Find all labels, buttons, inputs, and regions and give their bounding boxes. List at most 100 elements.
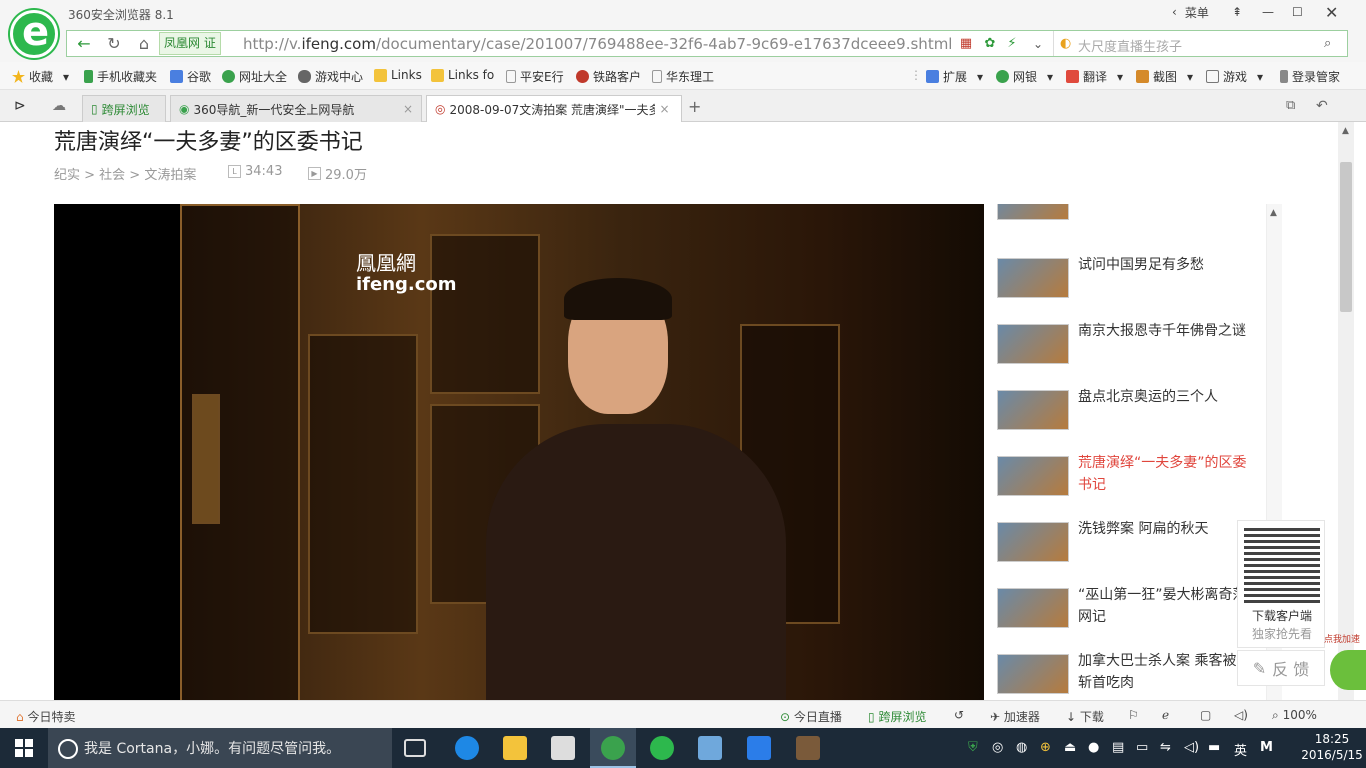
bookmark-links-fo[interactable]: Links fo bbox=[431, 68, 494, 82]
wechat-tray-icon[interactable]: ◎ bbox=[992, 740, 1003, 755]
bookmark-pingan[interactable]: 平安E行 bbox=[506, 68, 564, 85]
shelf-panel bbox=[192, 394, 220, 524]
cortana-search[interactable]: 我是 Cortana，小娜。有问题尽管问我。 bbox=[48, 728, 392, 768]
search-box[interactable]: ◐ 大尺度直播生孩子 ⌕ bbox=[1053, 31, 1347, 56]
back-button[interactable]: ← bbox=[69, 31, 99, 56]
ie-mode-icon[interactable]: ℯ bbox=[1162, 708, 1169, 722]
task-view-icon[interactable] bbox=[404, 739, 426, 757]
speedup-badge[interactable]: 点我加速 bbox=[1320, 630, 1366, 700]
360-browser-icon[interactable] bbox=[601, 736, 625, 760]
feedback-button[interactable]: ✎ 反 馈 bbox=[1237, 650, 1325, 686]
bookmark-favorites[interactable]: 收藏 ▾ bbox=[12, 68, 69, 85]
bookmarks-bar: 收藏 ▾ 手机收藏夹 谷歌 网址大全 游戏中心 Links Links fo 平安… bbox=[0, 62, 1366, 90]
page-content: 荒唐演绎“一夫多妻”的区委书记 纪实 > 社会 > 文涛拍案 L 34:43 ▶ 2… bbox=[0, 122, 1338, 700]
list-item[interactable]: 南京大报恩寺千年佛骨之谜 bbox=[996, 323, 1266, 384]
games-button[interactable]: 游戏 ▾ bbox=[1206, 68, 1263, 85]
video-player[interactable]: 鳳凰網 ifeng.com bbox=[54, 204, 984, 700]
close-icon[interactable]: × bbox=[659, 102, 669, 116]
tray-plus-icon[interactable]: ⊕ bbox=[1040, 740, 1051, 755]
home-button[interactable]: ⌂ bbox=[129, 31, 159, 56]
list-item[interactable]: 试问中国男足有多愁 bbox=[996, 257, 1266, 318]
bookmark-games[interactable]: 游戏中心 bbox=[298, 68, 363, 85]
scroll-up-icon[interactable]: ▲ bbox=[1270, 208, 1277, 218]
download-button[interactable]: ↓ 下载 bbox=[1066, 708, 1104, 725]
tab-cross-screen[interactable]: ▯ 跨屏浏览 bbox=[82, 95, 166, 122]
clock[interactable]: 18:25 2016/5/15 bbox=[1300, 731, 1364, 763]
bookmark-nav[interactable]: 网址大全 bbox=[222, 68, 287, 85]
close-icon[interactable]: × bbox=[403, 102, 413, 116]
phone-icon bbox=[84, 70, 93, 83]
ime-indicator[interactable]: 英 bbox=[1234, 740, 1247, 759]
screenshot-button[interactable]: 截图 ▾ bbox=[1136, 68, 1193, 85]
bookshelf bbox=[308, 334, 418, 634]
list-item-active[interactable]: 荒唐演绎“一夫多妻”的区委书记 bbox=[996, 455, 1266, 516]
notebook-icon[interactable] bbox=[698, 736, 722, 760]
start-button[interactable] bbox=[0, 728, 48, 768]
store-icon[interactable] bbox=[551, 736, 575, 760]
network-icon[interactable]: ⇋ bbox=[1160, 740, 1171, 755]
maximize-button[interactable]: ☐ bbox=[1292, 2, 1303, 22]
site-badge[interactable]: 凤凰网 证 bbox=[159, 32, 221, 55]
ime-mode-icon[interactable]: M bbox=[1260, 740, 1273, 755]
sidebar-toggle-icon[interactable]: ⊳ bbox=[14, 98, 26, 114]
qr-panel[interactable]: 下载客户端 独家抢先看 bbox=[1237, 520, 1325, 648]
today-sale-button[interactable]: ⌂ 今日特卖 bbox=[16, 708, 75, 725]
usb-icon[interactable]: ⏏ bbox=[1064, 740, 1076, 755]
pin-icon[interactable]: ⇞ bbox=[1232, 2, 1242, 22]
video-title: “巫山第一狂”晏大彬离奇落网记 bbox=[1078, 587, 1247, 625]
word-icon[interactable] bbox=[747, 736, 771, 760]
minimize-button[interactable]: — bbox=[1262, 2, 1274, 22]
breadcrumb[interactable]: 纪实 > 社会 > 文涛拍案 bbox=[54, 164, 196, 183]
accelerator-button[interactable]: ✈ 加速器 bbox=[990, 708, 1040, 725]
bookmark-google[interactable]: 谷歌 bbox=[170, 68, 211, 85]
battery-icon[interactable]: ▭ bbox=[1136, 740, 1148, 755]
page-scrollbar[interactable]: ▲ bbox=[1338, 122, 1354, 700]
tray-app-icon[interactable]: ◍ bbox=[1016, 740, 1027, 755]
list-item[interactable] bbox=[996, 204, 1266, 232]
volume-icon[interactable]: ◁) bbox=[1234, 708, 1248, 722]
live-button[interactable]: ⊙ 今日直播 bbox=[780, 708, 842, 725]
new-tab-button[interactable]: + bbox=[688, 97, 701, 116]
close-button[interactable]: ✕ bbox=[1325, 2, 1338, 22]
wechat-icon[interactable] bbox=[650, 736, 674, 760]
shield-icon[interactable]: ⛨ bbox=[968, 740, 978, 755]
bookmark-railway[interactable]: 铁路客户 bbox=[576, 68, 641, 85]
tab-list-icon[interactable]: ⧉ bbox=[1286, 98, 1295, 113]
url-field[interactable]: http://v.ifeng.com/documentary/case/2010… bbox=[243, 35, 952, 53]
bookmark-label: 游戏中心 bbox=[315, 70, 364, 84]
extensions-button[interactable]: 扩展 ▾ bbox=[926, 68, 983, 85]
scrollbar-thumb[interactable] bbox=[1340, 162, 1352, 312]
bookmark-mobile[interactable]: 手机收藏夹 bbox=[84, 68, 157, 85]
file-explorer-icon[interactable] bbox=[503, 736, 527, 760]
login-manager-button[interactable]: 登录管家 bbox=[1280, 68, 1340, 85]
list-item[interactable]: “巫山第一狂”晏大彬离奇落网记 bbox=[996, 587, 1266, 648]
undo-close-icon[interactable]: ↶ bbox=[1316, 98, 1328, 114]
menu-button[interactable]: ‹ 菜单 bbox=[1172, 2, 1209, 22]
bookmark-ecust[interactable]: 华东理工 bbox=[652, 68, 714, 85]
tab-360-nav[interactable]: ◉ 360导航_新一代安全上网导航 × bbox=[170, 95, 422, 122]
tray-window-icon[interactable]: ▤ bbox=[1112, 740, 1124, 755]
search-icon[interactable]: ⌕ bbox=[1324, 36, 1331, 51]
list-item[interactable]: 洗钱弊案 阿扁的秋天 bbox=[996, 521, 1266, 582]
translate-button[interactable]: 翻译 ▾ bbox=[1066, 68, 1123, 85]
paint-icon[interactable] bbox=[796, 736, 820, 760]
list-item[interactable]: 盘点北京奥运的三个人 bbox=[996, 389, 1266, 450]
refresh-button[interactable]: ↻ bbox=[99, 31, 129, 56]
history-icon[interactable]: ↺ bbox=[954, 708, 964, 722]
tray-ball-icon[interactable]: ● bbox=[1088, 740, 1099, 755]
tab-ifeng-video[interactable]: ◎ 2008-09-07文涛拍案 荒唐演绎"一夫多 × bbox=[426, 95, 682, 122]
clock-date: 2016/5/15 bbox=[1301, 748, 1363, 762]
bookmark-links[interactable]: Links bbox=[374, 68, 422, 82]
zoom-control[interactable]: ⌕ 100% bbox=[1272, 708, 1317, 723]
window-icon[interactable]: ▢ bbox=[1200, 708, 1211, 722]
cloud-icon[interactable]: ☁ bbox=[52, 98, 66, 114]
volume-icon[interactable]: ◁) bbox=[1184, 740, 1199, 755]
notification-icon[interactable]: ▬ bbox=[1208, 740, 1220, 755]
bank-button[interactable]: 网银 ▾ bbox=[996, 68, 1053, 85]
edge-icon[interactable] bbox=[455, 736, 479, 760]
cross-screen-button[interactable]: ▯ 跨屏浏览 bbox=[868, 708, 926, 725]
bookmark-status-icon[interactable]: ⚐ bbox=[1128, 708, 1139, 722]
scroll-up-icon[interactable]: ▲ bbox=[1342, 126, 1349, 136]
dropdown-icon[interactable]: ⌄ bbox=[1023, 31, 1053, 56]
list-item[interactable]: 加拿大巴士杀人案 乘客被斩首吃肉 bbox=[996, 653, 1266, 700]
